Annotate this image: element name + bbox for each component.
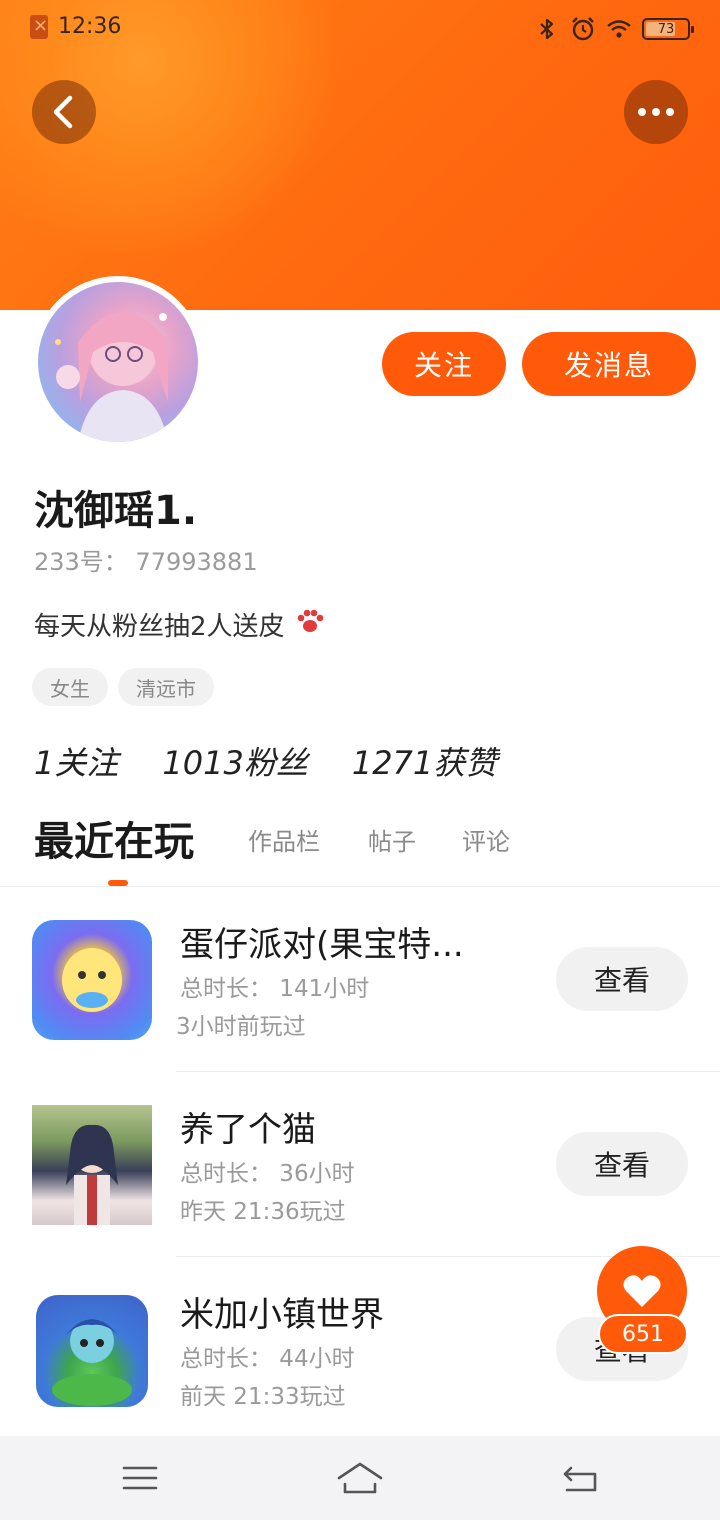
game-last-played: 3小时前玩过 (176, 1014, 306, 1040)
game-row[interactable]: 养了个猫 总时长： 36小时 昨天 21:36玩过 查看 (0, 1072, 720, 1257)
view-button[interactable]: 查看 (556, 947, 688, 1011)
tag-location: 清远市 (118, 668, 214, 706)
nickname: 沈御瑶1. (34, 488, 198, 534)
view-button[interactable]: 查看 (556, 1132, 688, 1196)
home-icon[interactable] (330, 1454, 390, 1502)
more-dots-icon (638, 108, 674, 116)
follow-button[interactable]: 关注 (382, 332, 506, 396)
profile-tags: 女生 清远市 (32, 668, 214, 706)
eggy-party-icon (32, 920, 152, 1040)
bio-text: 每天从粉丝抽2人送皮 (34, 612, 285, 642)
menu-icon[interactable] (110, 1454, 170, 1502)
alarm-icon (570, 16, 596, 42)
status-time: 12:36 (58, 14, 122, 39)
game-last-played: 前天 21:33玩过 (180, 1384, 346, 1410)
profile-stats: 1关注 1013粉丝 1271获赞 (34, 738, 497, 784)
game-title: 米加小镇世界 (180, 1295, 384, 1335)
cat-game-icon (32, 1105, 152, 1225)
game-duration: 总时长： 44小时 (180, 1346, 355, 1372)
heart-icon (623, 1275, 661, 1307)
no-sim-icon (30, 14, 48, 39)
avatar[interactable] (32, 276, 204, 448)
status-bar: 12:36 73 (0, 0, 720, 64)
tag-gender: 女生 (32, 668, 108, 706)
back-nav-icon[interactable] (550, 1454, 610, 1502)
wifi-icon (606, 16, 632, 42)
followers-count[interactable]: 1013粉丝 (162, 738, 307, 784)
send-message-button[interactable]: 发消息 (522, 332, 696, 396)
battery-level: 73 (657, 21, 675, 37)
more-button[interactable] (624, 80, 688, 144)
like-count: 651 (598, 1314, 688, 1354)
profile-tabs: 最近在玩 作品栏 帖子 评论 (34, 812, 714, 886)
bio: 每天从粉丝抽2人送皮 (34, 604, 327, 645)
toca-town-icon (36, 1295, 148, 1407)
avatar-image (38, 282, 198, 442)
account-id: 233号： 77993881 (34, 548, 258, 576)
bluetooth-icon (534, 16, 560, 42)
game-last-played: 昨天 21:36玩过 (180, 1199, 346, 1225)
game-duration: 总时长： 141小时 (180, 976, 370, 1002)
chevron-left-icon (53, 95, 73, 129)
game-title: 养了个猫 (180, 1110, 316, 1150)
following-count[interactable]: 1关注 (34, 738, 118, 784)
game-duration: 总时长： 36小时 (180, 1161, 355, 1187)
paw-icon (293, 604, 327, 645)
game-row[interactable]: 蛋仔派对(果宝特... 总时长： 141小时 3小时前玩过 查看 (0, 887, 720, 1072)
back-button[interactable] (32, 80, 96, 144)
game-title: 蛋仔派对(果宝特... (180, 925, 464, 965)
battery-indicator: 73 (642, 18, 694, 40)
likes-count: 1271获赞 (351, 744, 498, 782)
system-nav-bar (0, 1436, 720, 1520)
tab-works[interactable]: 作品栏 (248, 812, 320, 872)
tab-recently-played[interactable]: 最近在玩 (34, 812, 194, 872)
tab-comments[interactable]: 评论 (462, 812, 510, 872)
tab-posts[interactable]: 帖子 (368, 812, 416, 872)
